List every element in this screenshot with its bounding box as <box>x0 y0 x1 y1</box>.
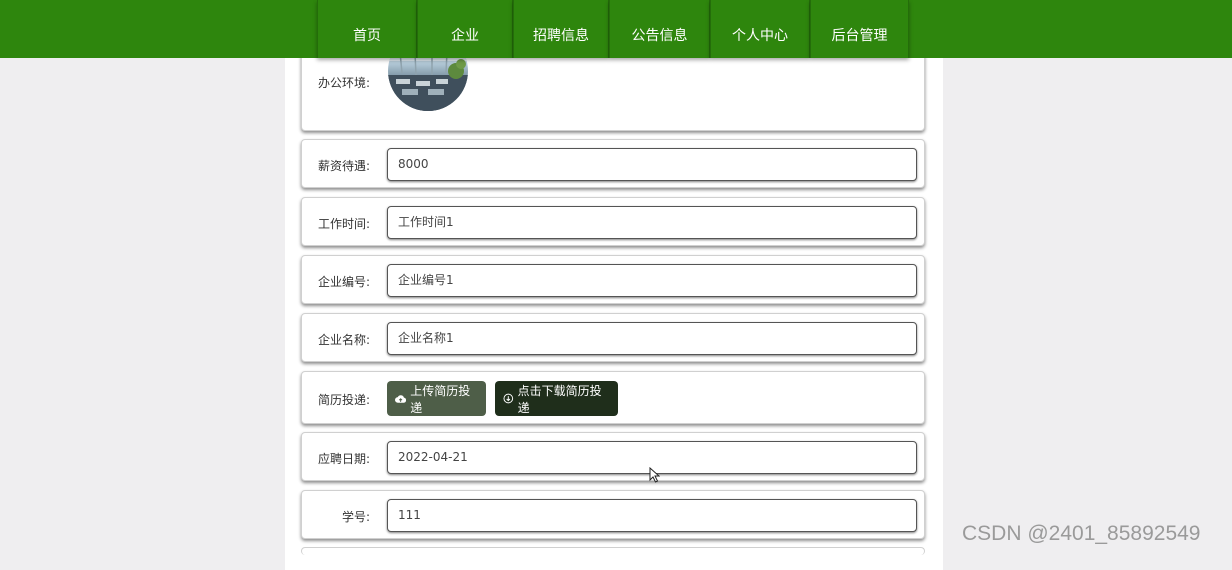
student-id-row: 学号: 111 <box>301 490 925 539</box>
upload-resume-button[interactable]: 上传简历投递 <box>387 381 486 416</box>
company-name-field[interactable]: 企业名称1 <box>387 322 917 355</box>
nav-item-label: 后台管理 <box>831 28 888 44</box>
company-id-label: 企业编号: <box>317 275 370 289</box>
watermark: CSDN @2401_85892549 <box>962 522 1201 545</box>
mouse-cursor-icon <box>649 467 660 483</box>
work-time-label: 工作时间: <box>317 217 370 231</box>
salary-row: 薪资待遇: 8000 <box>301 139 925 188</box>
nav-item-label: 个人中心 <box>732 28 788 44</box>
resume-row: 简历投递: 上传简历投递 点击下载简历投递 <box>301 371 925 424</box>
resume-label: 简历投递: <box>317 393 370 407</box>
download-circle-icon <box>503 393 514 404</box>
download-resume-label: 点击下载简历投递 <box>517 383 602 415</box>
nav-item-jobs[interactable]: 招聘信息 <box>513 0 609 58</box>
apply-date-label: 应聘日期: <box>317 452 370 466</box>
company-name-row: 企业名称: 企业名称1 <box>301 313 925 362</box>
student-id-field[interactable]: 111 <box>387 499 917 532</box>
next-row <box>301 547 925 555</box>
student-id-label: 学号: <box>341 510 370 524</box>
nav-item-profile[interactable]: 个人中心 <box>710 0 810 58</box>
nav-item-label: 招聘信息 <box>533 28 589 44</box>
work-time-row: 工作时间: 工作时间1 <box>301 197 925 246</box>
nav-item-label: 企业 <box>451 28 479 44</box>
nav-item-notices[interactable]: 公告信息 <box>609 0 710 58</box>
nav-item-label: 公告信息 <box>631 28 688 44</box>
upload-resume-label: 上传简历投递 <box>410 383 471 415</box>
main-nav: 首页 企业 招聘信息 公告信息 个人中心 后台管理 <box>317 0 909 58</box>
salary-field[interactable]: 8000 <box>387 148 917 181</box>
top-nav-bar: 首页 企业 招聘信息 公告信息 个人中心 后台管理 <box>0 0 1232 58</box>
cloud-upload-icon <box>395 394 407 403</box>
company-id-row: 企业编号: 企业编号1 <box>301 255 925 304</box>
office-label: 办公环境: <box>317 76 370 90</box>
company-id-field[interactable]: 企业编号1 <box>387 264 917 297</box>
company-name-label: 企业名称: <box>317 333 370 347</box>
download-resume-button[interactable]: 点击下载简历投递 <box>495 381 618 416</box>
nav-item-company[interactable]: 企业 <box>417 0 513 58</box>
apply-date-row: 应聘日期: 2022-04-21 <box>301 432 925 481</box>
nav-item-home[interactable]: 首页 <box>317 0 417 58</box>
work-time-field[interactable]: 工作时间1 <box>387 206 917 239</box>
nav-item-admin[interactable]: 后台管理 <box>810 0 909 58</box>
nav-item-label: 首页 <box>353 28 381 44</box>
salary-label: 薪资待遇: <box>317 159 370 173</box>
